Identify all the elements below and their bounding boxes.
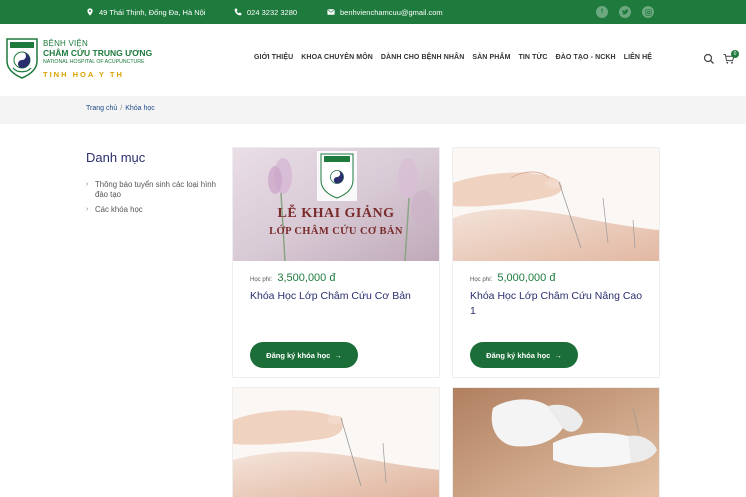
logo-line2: CHÂM CỨU TRUNG ƯƠNG — [43, 48, 153, 58]
chevron-right-icon: › — [86, 206, 89, 213]
breadcrumb-current: Khóa học — [125, 105, 155, 112]
category-item-tuyen-sinh[interactable]: › Thông báo tuyển sinh các loại hình đào… — [86, 180, 216, 200]
phone-icon — [234, 8, 242, 16]
logo-line1: BỆNH VIỆN — [43, 39, 88, 48]
nav-item-san-pham[interactable]: SẢN PHẨM — [472, 54, 510, 61]
category-label: Thông báo tuyển sinh các loại hình đào t… — [95, 180, 216, 199]
logo-line3: NATIONAL HOSPITAL OF ACUPUNCTURE — [43, 59, 145, 65]
email-text: benhvienchamcuu@gmail.com — [340, 7, 443, 17]
breadcrumb: Trang chủ / Khóa học — [86, 105, 155, 112]
fee-label: Học phí: — [250, 277, 273, 283]
course-card — [453, 388, 659, 497]
banner-line1: LỄ KHAI GIẢNG — [277, 206, 395, 221]
breadcrumb-bar: Trang chủ / Khóa học — [0, 96, 746, 124]
fee-label: Học phí: — [470, 277, 493, 283]
nav-item-khoa-chuyen-mon[interactable]: KHOA CHUYÊN MÔN — [301, 54, 373, 61]
fee-value: 5,000,000 đ — [497, 272, 556, 284]
logo-slogan: TINH HOA Y TH — [43, 70, 124, 79]
cart-count-badge: 0 — [731, 50, 739, 58]
breadcrumb-home[interactable]: Trang chủ — [86, 105, 117, 112]
top-bar: 49 Thái Thịnh, Đống Đa, Hà Nội 024 3232 … — [0, 0, 746, 24]
email-item[interactable]: benhvienchamcuu@gmail.com — [327, 0, 443, 24]
course-fee: Học phí: 5,000,000 đ — [470, 272, 555, 284]
course-card — [233, 388, 439, 497]
banner-line2: LỚP CHÂM CỨU CƠ BẢN — [269, 226, 403, 237]
search-icon[interactable] — [703, 53, 715, 65]
phone-item[interactable]: 024 3232 3280 — [234, 0, 297, 24]
phone-text: 024 3232 3280 — [247, 7, 298, 17]
instagram-icon[interactable] — [642, 6, 654, 18]
category-item-khoa-hoc[interactable]: › Các khóa học — [86, 205, 216, 215]
address-text: 49 Thái Thịnh, Đống Đa, Hà Nội — [99, 7, 206, 17]
mail-icon — [327, 9, 335, 15]
main-nav: GIỚI THIỆU KHOA CHUYÊN MÔN DÀNH CHO BỆNH… — [254, 54, 652, 61]
course-card: LỄ KHAI GIẢNG LỚP CHÂM CỨU CƠ BẢN Học ph… — [233, 148, 439, 377]
register-course-button[interactable]: Đăng ký khóa học → — [470, 342, 578, 368]
register-button-label: Đăng ký khóa học — [266, 350, 331, 360]
site-header: BỆNH VIỆN CHÂM CỨU TRUNG ƯƠNG NATIONAL H… — [0, 24, 746, 96]
site-logo[interactable]: BỆNH VIỆN CHÂM CỨU TRUNG ƯƠNG NATIONAL H… — [5, 37, 152, 87]
location-pin-icon — [87, 8, 93, 16]
register-course-button[interactable]: Đăng ký khóa học → — [250, 342, 358, 368]
arrow-right-icon: → — [334, 350, 342, 360]
facebook-icon[interactable]: f — [596, 6, 608, 18]
category-label: Các khóa học — [95, 205, 143, 214]
chevron-right-icon: › — [86, 181, 89, 188]
course-image[interactable]: LỄ KHAI GIẢNG LỚP CHÂM CỨU CƠ BẢN — [233, 148, 439, 261]
nav-item-benh-nhan[interactable]: DÀNH CHO BỆNH NHÂN — [381, 54, 464, 61]
category-list: › Thông báo tuyển sinh các loại hình đào… — [86, 180, 216, 220]
nav-item-lien-he[interactable]: LIÊN HỆ — [624, 54, 652, 61]
course-image[interactable] — [453, 388, 659, 497]
course-title[interactable]: Khóa Học Lớp Châm Cứu Nâng Cao 1 — [470, 289, 645, 319]
course-image[interactable] — [453, 148, 659, 261]
course-title[interactable]: Khóa Học Lớp Châm Cứu Cơ Bản — [250, 289, 430, 304]
address-item: 49 Thái Thịnh, Đống Đa, Hà Nội — [86, 0, 205, 24]
nav-item-gioi-thieu[interactable]: GIỚI THIỆU — [254, 54, 293, 61]
fee-value: 3,500,000 đ — [277, 272, 336, 284]
nav-item-dao-tao[interactable]: ĐÀO TẠO - NCKH — [556, 54, 616, 61]
register-button-label: Đăng ký khóa học — [486, 350, 551, 360]
course-image[interactable] — [233, 388, 439, 497]
hospital-emblem-icon — [6, 38, 38, 79]
course-fee: Học phí: 3,500,000 đ — [250, 272, 335, 284]
course-card: Học phí: 5,000,000 đ Khóa Học Lớp Châm C… — [453, 148, 659, 377]
twitter-icon[interactable] — [619, 6, 631, 18]
sidebar-title: Danh mục — [86, 150, 146, 165]
nav-item-tin-tuc[interactable]: TIN TỨC — [519, 54, 548, 61]
arrow-right-icon: → — [554, 350, 562, 360]
breadcrumb-separator: / — [120, 105, 123, 112]
